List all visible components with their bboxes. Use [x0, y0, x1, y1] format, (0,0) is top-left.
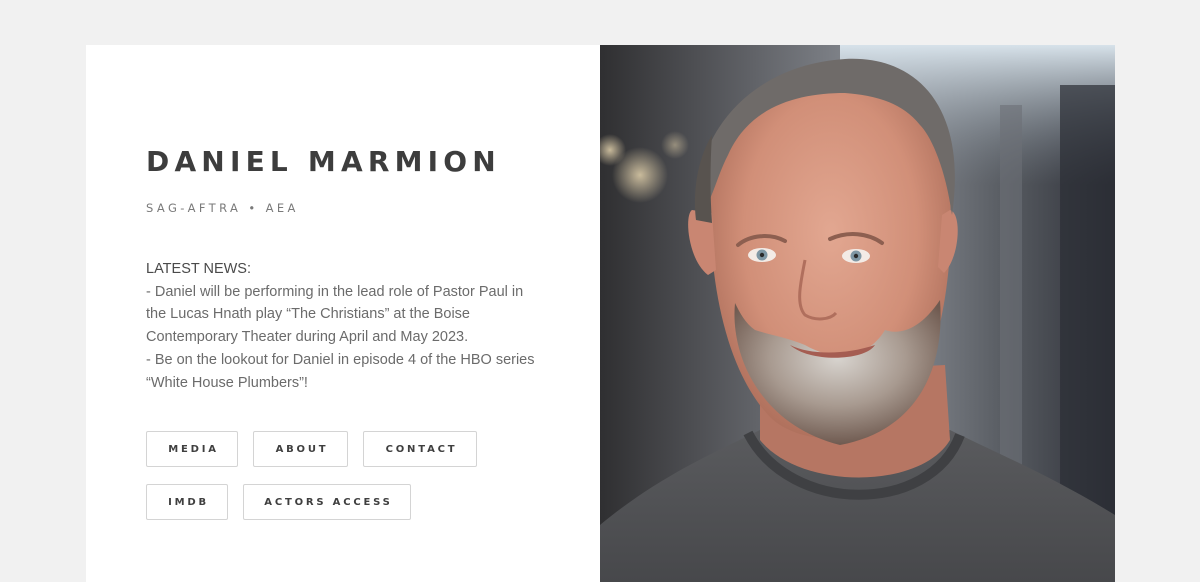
media-button[interactable]: MEDIA [146, 431, 238, 467]
union-affiliations: SAG-AFTRA • AEA [146, 201, 299, 215]
actors-access-button[interactable]: ACTORS ACCESS [243, 484, 411, 520]
news-item: - Daniel will be performing in the lead … [146, 283, 524, 346]
contact-button[interactable]: CONTACT [363, 431, 477, 467]
news-item: - Be on the lookout for Daniel in episod… [146, 351, 535, 391]
latest-news: LATEST NEWS: - Daniel will be performing… [146, 258, 546, 394]
imdb-button[interactable]: IMDB [146, 484, 228, 520]
actor-name: DANIEL MARMION [146, 145, 501, 178]
about-button[interactable]: ABOUT [253, 431, 348, 467]
hero-card: DANIEL MARMION SAG-AFTRA • AEA LATEST NE… [86, 45, 1115, 582]
headshot-illustration [600, 45, 1115, 582]
headshot-photo [600, 45, 1115, 582]
nav-buttons-row-2: IMDB ACTORS ACCESS [146, 484, 411, 520]
nav-buttons-row-1: MEDIA ABOUT CONTACT [146, 431, 477, 467]
news-heading: LATEST NEWS: [146, 261, 252, 277]
intro-panel: DANIEL MARMION SAG-AFTRA • AEA LATEST NE… [86, 45, 600, 582]
